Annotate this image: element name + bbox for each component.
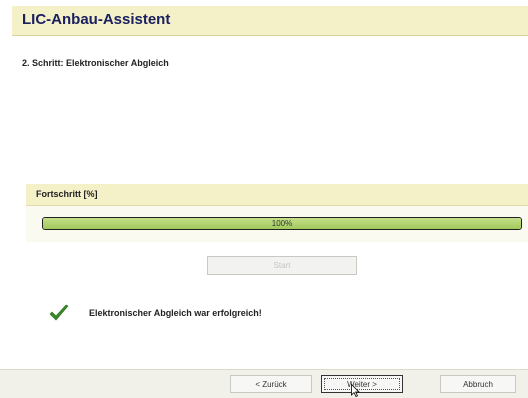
- progress-text: 100%: [271, 219, 293, 228]
- title-bar: LIC-Anbau-Assistent: [12, 6, 528, 36]
- next-button[interactable]: Weiter >: [321, 375, 403, 393]
- back-button[interactable]: < Zurück: [230, 375, 312, 393]
- cancel-button[interactable]: Abbruch: [440, 375, 516, 393]
- step-label: 2. Schritt: Elektronischer Abgleich: [22, 58, 169, 68]
- progress-area: 100%: [26, 206, 528, 242]
- start-button[interactable]: Start: [207, 256, 357, 275]
- window-title: LIC-Anbau-Assistent: [22, 11, 171, 28]
- checkmark-icon: [49, 304, 69, 321]
- button-bar: < Zurück Weiter > Abbruch: [0, 369, 528, 398]
- progress-bar: 100%: [42, 217, 522, 230]
- progress-section-header: Fortschritt [%]: [26, 184, 528, 206]
- progress-label: Fortschritt [%]: [36, 189, 98, 199]
- success-message: Elektronischer Abgleich war erfolgreich!: [89, 308, 262, 318]
